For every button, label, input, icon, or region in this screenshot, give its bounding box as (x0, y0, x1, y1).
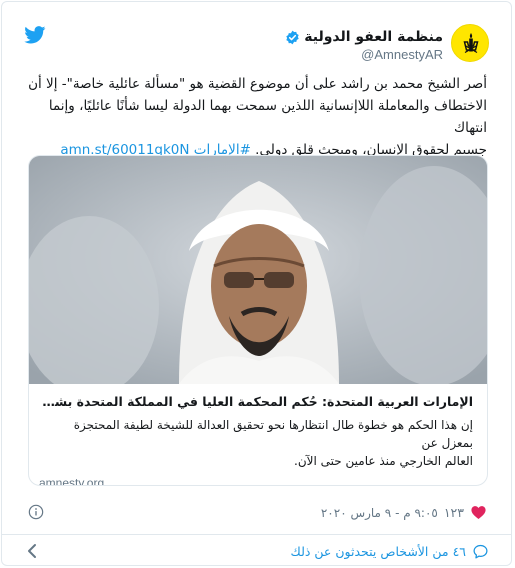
verified-badge-icon (286, 30, 299, 44)
speech-bubble-icon (473, 544, 488, 559)
tweet-text: أصر الشيخ محمد بن راشد على أن موضوع القض… (24, 73, 487, 161)
link-preview-card[interactable]: الإمارات العربية المتحدة: حُكم المحكمة ا… (28, 155, 488, 486)
heart-icon (471, 506, 486, 520)
amnesty-candle-logo (463, 33, 479, 54)
tweet-embed: منظمة العفو الدولية @AmnestyAR أصر الشيخ… (1, 1, 512, 566)
tweet-header: منظمة العفو الدولية @AmnestyAR (2, 2, 511, 64)
tweet-footer: ٤٦ من الأشخاص يتحدثون عن ذلك (2, 535, 511, 565)
avatar[interactable] (451, 24, 489, 62)
chevron-left-icon[interactable] (26, 543, 38, 559)
card-description: إن هذا الحكم هو خطوة طال انتظارها نحو تح… (39, 416, 473, 470)
twitter-bird-icon[interactable] (24, 26, 46, 44)
tweet-text-line: أصر الشيخ محمد بن راشد على أن موضوع القض… (28, 76, 487, 92)
conversation-link[interactable]: ٤٦ من الأشخاص يتحدثون عن ذلك (291, 543, 489, 560)
card-domain[interactable]: amnesty.org (39, 476, 473, 485)
card-image[interactable] (29, 156, 487, 384)
card-description-line: العالم الخارجي منذ عامين حتى الآن. (294, 454, 473, 468)
account-block[interactable]: منظمة العفو الدولية @AmnestyAR (285, 26, 443, 62)
card-title[interactable]: الإمارات العربية المتحدة: حُكم المحكمة ا… (39, 394, 473, 409)
like-count: ١٢٣ (443, 505, 464, 520)
card-photo (29, 156, 487, 384)
conversation-label[interactable]: ٤٦ من الأشخاص يتحدثون عن ذلك (291, 544, 466, 559)
tweet-meta: ١٢٣ ٩:٠٥ م - ٩ مارس ٢٠٢٠ (26, 502, 487, 524)
card-description-line: إن هذا الحكم هو خطوة طال انتظارها نحو تح… (73, 418, 473, 450)
card-body[interactable]: الإمارات العربية المتحدة: حُكم المحكمة ا… (39, 394, 473, 485)
account-display-name[interactable]: منظمة العفو الدولية (304, 29, 443, 45)
account-handle[interactable]: @AmnestyAR (285, 47, 443, 62)
tweet-text-line: الاختطاف والمعاملة اللاإنسانية اللذين سم… (48, 98, 487, 136)
info-icon[interactable] (28, 504, 44, 520)
like-button[interactable]: ١٢٣ ٩:٠٥ م - ٩ مارس ٢٠٢٠ (321, 504, 487, 521)
tweet-timestamp[interactable]: ٩:٠٥ م - ٩ مارس ٢٠٢٠ (321, 506, 438, 520)
